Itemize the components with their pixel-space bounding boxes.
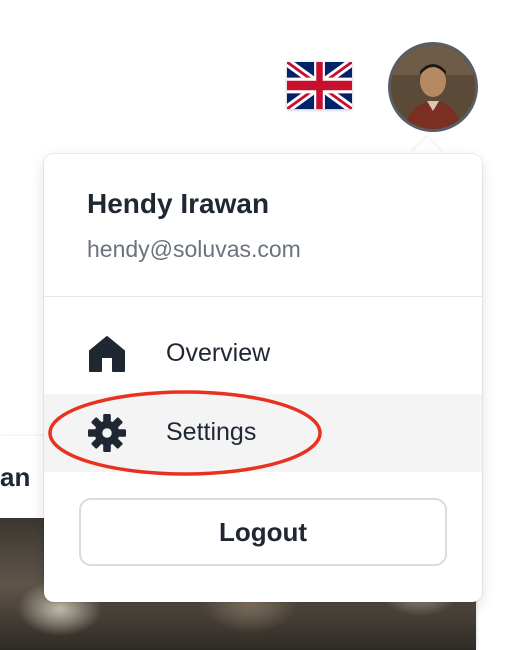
menu-item-settings[interactable]: Settings bbox=[44, 394, 482, 472]
gear-icon bbox=[88, 414, 126, 452]
user-name: Hendy Irawan bbox=[87, 188, 270, 219]
dropdown-divider bbox=[44, 296, 482, 297]
user-avatar[interactable] bbox=[388, 42, 478, 132]
background-card-title: an bbox=[0, 462, 31, 492]
uk-flag-icon[interactable] bbox=[285, 57, 354, 114]
menu-item-overview[interactable]: Overview bbox=[44, 315, 482, 393]
user-email: hendy@soluvas.com bbox=[87, 236, 301, 262]
menu-item-overview-label: Overview bbox=[166, 339, 271, 367]
home-icon bbox=[88, 335, 126, 373]
logout-button[interactable]: Logout bbox=[79, 498, 447, 566]
user-dropdown-menu: Hendy Irawan hendy@soluvas.com Overview bbox=[44, 154, 482, 602]
menu-item-settings-label: Settings bbox=[166, 418, 257, 446]
